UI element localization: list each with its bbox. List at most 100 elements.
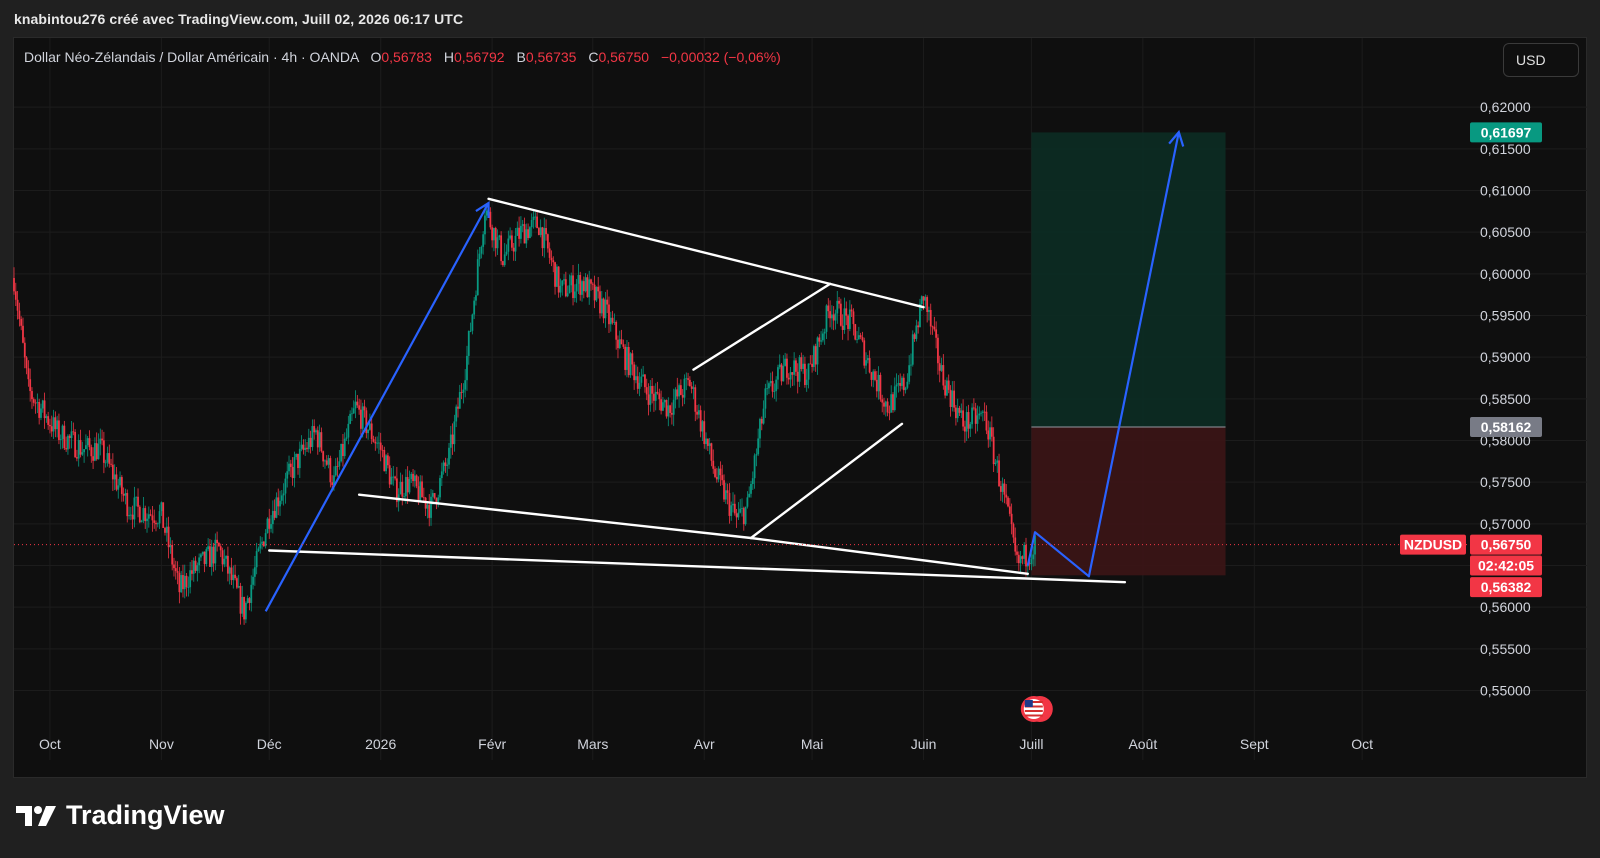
candle-body: [419, 481, 422, 501]
candle-body: [595, 286, 598, 301]
candle-body: [32, 399, 35, 403]
candle-body: [189, 570, 192, 588]
low-label: B: [516, 49, 526, 65]
candle-body: [530, 219, 533, 228]
candle-body: [823, 331, 826, 334]
price-tag-label: 02:42:05: [1478, 558, 1534, 574]
candle-body: [938, 363, 941, 371]
candle-body: [665, 400, 668, 417]
candle-body: [223, 558, 226, 565]
price-chart[interactable]: 0,62000 0,61500 0,61000 0,60500 0,60000 0,595…: [0, 0, 1600, 858]
time-axis[interactable]: Oct Nov Déc 2026 Févr Mars Avr Mai Juin Juill Août…: [39, 736, 1373, 752]
candle-body: [645, 387, 648, 395]
candle-body: [956, 407, 959, 419]
candle-body: [1005, 494, 1008, 498]
candle-body: [563, 279, 565, 281]
currency-button[interactable]: USD: [1503, 43, 1579, 77]
candle-body: [690, 386, 693, 389]
price-tag-label: 0,56750: [1481, 537, 1532, 553]
candle-body: [410, 473, 413, 480]
candle-body: [688, 379, 691, 387]
candle-body: [784, 358, 787, 366]
price-tag-label: 0,58162: [1481, 419, 1532, 435]
candle-body: [113, 474, 116, 480]
candle-body: [687, 378, 689, 380]
candle-body: [104, 462, 107, 464]
candle-body: [669, 405, 671, 413]
candle-body: [392, 476, 395, 478]
long-position-tool[interactable]: [1031, 132, 1226, 576]
low-value: 0,56735: [525, 49, 577, 65]
candle-body: [804, 363, 806, 385]
wedge-pattern-drawings[interactable]: [268, 197, 1127, 584]
candle-body: [706, 438, 709, 446]
candle-body: [746, 497, 749, 507]
candle-body: [1012, 524, 1015, 538]
candle-body: [1023, 544, 1026, 559]
upper-wedge-line[interactable]: [487, 197, 925, 309]
candle-body: [541, 227, 544, 249]
candle-body: [928, 310, 930, 312]
candle-body: [974, 408, 977, 424]
candle-body: [877, 374, 880, 392]
candle-body: [268, 518, 271, 529]
candle-body: [724, 490, 727, 500]
price-axis[interactable]: 0,62000 0,61500 0,61000 0,60500 0,60000 0,595…: [1480, 99, 1531, 698]
candle-body: [762, 408, 765, 424]
candle-body: [77, 440, 80, 459]
candle-body: [728, 492, 731, 516]
candle-body: [978, 413, 981, 416]
candle-body: [140, 520, 143, 523]
candle-body: [284, 478, 287, 494]
bottom-support-line[interactable]: [268, 549, 1127, 584]
candle-body: [45, 416, 48, 419]
candle-body: [755, 454, 758, 456]
candle-body: [273, 510, 276, 518]
price-tick-label: 0,59000: [1480, 349, 1531, 365]
candle-body: [539, 227, 542, 235]
candle-body: [232, 574, 235, 581]
candle-body: [874, 371, 876, 380]
candle-body: [748, 493, 751, 498]
flag-stripe: [1024, 710, 1043, 712]
projection-past-rally[interactable]: [264, 202, 490, 612]
candle-body: [818, 337, 821, 342]
candle-body: [730, 505, 733, 516]
candle-body: [18, 310, 21, 320]
candle-body: [20, 319, 23, 326]
candle-body: [440, 471, 443, 479]
candle-body: [225, 555, 228, 559]
candle-body: [41, 400, 44, 409]
candle-body: [821, 333, 824, 341]
candle-body: [201, 551, 204, 555]
candle-body: [579, 275, 582, 295]
candle-body: [428, 504, 431, 518]
candle-body: [47, 416, 50, 425]
candle-body: [681, 394, 684, 398]
candle-body: [953, 390, 956, 408]
candle-body: [613, 321, 616, 323]
candle-body: [494, 228, 497, 249]
middle-wedge-line[interactable]: [357, 493, 753, 540]
candle-body: [847, 315, 849, 329]
candle-body: [464, 380, 467, 390]
candle-body: [147, 514, 150, 519]
lower-wedge-line[interactable]: [749, 536, 1030, 576]
candle-body: [194, 560, 197, 571]
candle-body: [156, 523, 159, 525]
candle-body: [1001, 483, 1004, 492]
candle-body: [766, 388, 769, 390]
candle-body: [857, 335, 860, 340]
candle-body: [670, 412, 673, 415]
candle-body: [989, 427, 991, 440]
candle-body: [699, 410, 702, 432]
candle-body: [617, 339, 619, 349]
candle-body: [309, 437, 312, 448]
candle-body: [22, 325, 24, 343]
candle-body: [271, 510, 274, 525]
us-flag-event-icon[interactable]: [1020, 696, 1053, 722]
candle-body: [872, 371, 875, 380]
candle-body: [924, 297, 927, 301]
candle-body: [90, 447, 93, 457]
candle-body: [626, 346, 628, 370]
